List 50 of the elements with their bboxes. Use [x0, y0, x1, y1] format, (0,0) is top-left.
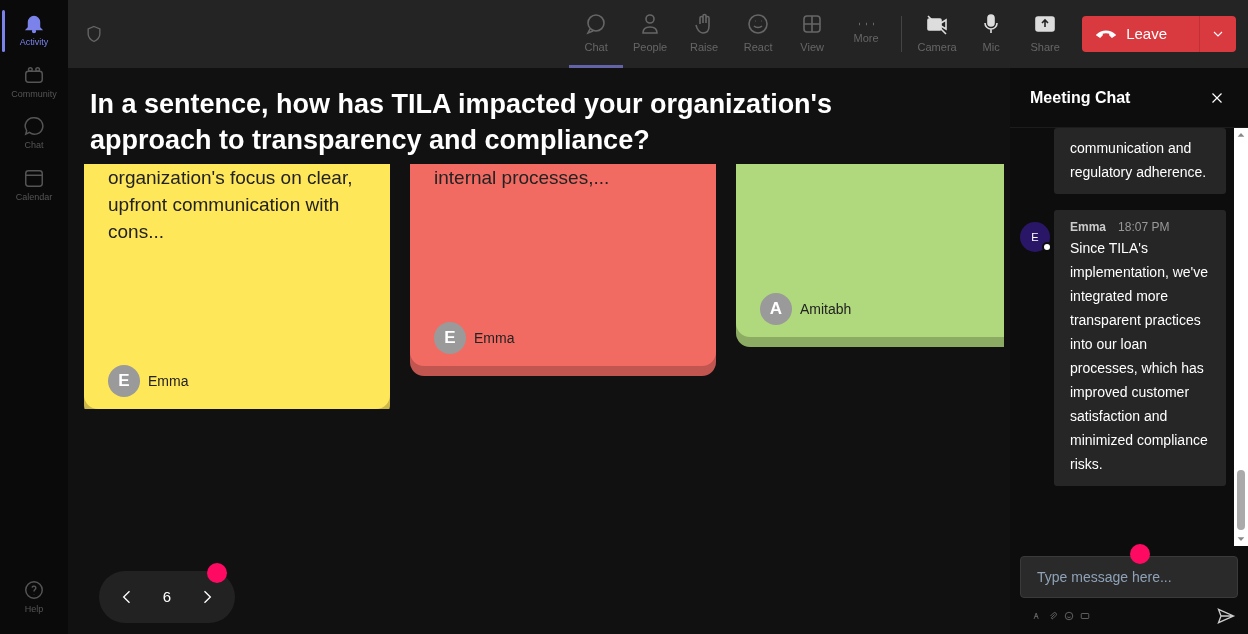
- toolbar-button[interactable]: Share: [1018, 0, 1073, 68]
- status-dot: [1042, 242, 1052, 252]
- message-author: Emma: [1070, 219, 1107, 236]
- leave-button[interactable]: Leave: [1082, 16, 1236, 52]
- author-name: Amitabh: [800, 299, 852, 319]
- smiley-icon: [746, 12, 771, 37]
- note-text: organization's focus on clear, upfront communication with cons...: [108, 166, 354, 244]
- scroll-thumb[interactable]: [1237, 470, 1245, 530]
- toolbar-button[interactable]: Raise: [677, 0, 732, 68]
- toolbar-button[interactable]: More: [839, 0, 894, 68]
- sidebar-item[interactable]: Activity: [0, 8, 68, 54]
- message-text: Since TILA's implementation, we've integrated more transparent practices into our loan processes, which has improved customer satisfaction and minimized compliance risks.: [1070, 239, 1210, 474]
- help-button[interactable]: Help: [0, 574, 68, 620]
- format-icon[interactable]: [1032, 611, 1042, 621]
- note-text: internal processes,...: [434, 166, 611, 190]
- toolbar-button[interactable]: React: [731, 0, 786, 68]
- send-button[interactable]: [1216, 606, 1236, 626]
- author-name: Emma: [148, 371, 189, 391]
- camera-off-icon: [925, 12, 950, 37]
- sidebar-item[interactable]: Calendar: [0, 162, 68, 208]
- chat-bubble-icon: [23, 115, 45, 137]
- message-time: 18:07 PM: [1118, 219, 1170, 236]
- avatar: E: [434, 322, 466, 354]
- send-icon: [1216, 606, 1236, 626]
- indicator-dot: [207, 563, 227, 583]
- author-name: Emma: [474, 328, 515, 348]
- toolbar-button[interactable]: Chat: [569, 0, 624, 68]
- question-title: In a sentence, how has TILA impacted your organization's approach to transparency and compliance?: [90, 88, 834, 157]
- scrollbar[interactable]: [1234, 128, 1248, 546]
- message-text: communication and regulatory adherence.: [1070, 139, 1208, 182]
- phone-icon: [1096, 30, 1117, 38]
- avatar: E: [1020, 222, 1050, 252]
- sidebar-item[interactable]: Chat: [0, 111, 68, 157]
- toolbar-button[interactable]: View: [785, 0, 840, 68]
- indicator-dot: [1130, 544, 1150, 564]
- paperclip-icon[interactable]: [1048, 611, 1058, 621]
- sidebar-item[interactable]: Community: [0, 59, 68, 105]
- toolbar-button[interactable]: People: [623, 0, 678, 68]
- help-icon: [23, 578, 45, 601]
- avatar: A: [760, 293, 792, 325]
- message-input[interactable]: Type message here...: [1020, 556, 1238, 598]
- smiley-icon[interactable]: [1064, 611, 1074, 621]
- arrow-up-icon: [1236, 130, 1246, 140]
- arrow-down-icon: [1236, 534, 1246, 544]
- gif-icon[interactable]: [1080, 611, 1090, 621]
- toolbar-button[interactable]: Camera: [910, 0, 965, 68]
- page-number: 6: [162, 586, 172, 607]
- chat-title: Meeting Chat: [1030, 87, 1131, 108]
- avatar: E: [108, 365, 140, 397]
- toolbar-button[interactable]: Mic: [964, 0, 1019, 68]
